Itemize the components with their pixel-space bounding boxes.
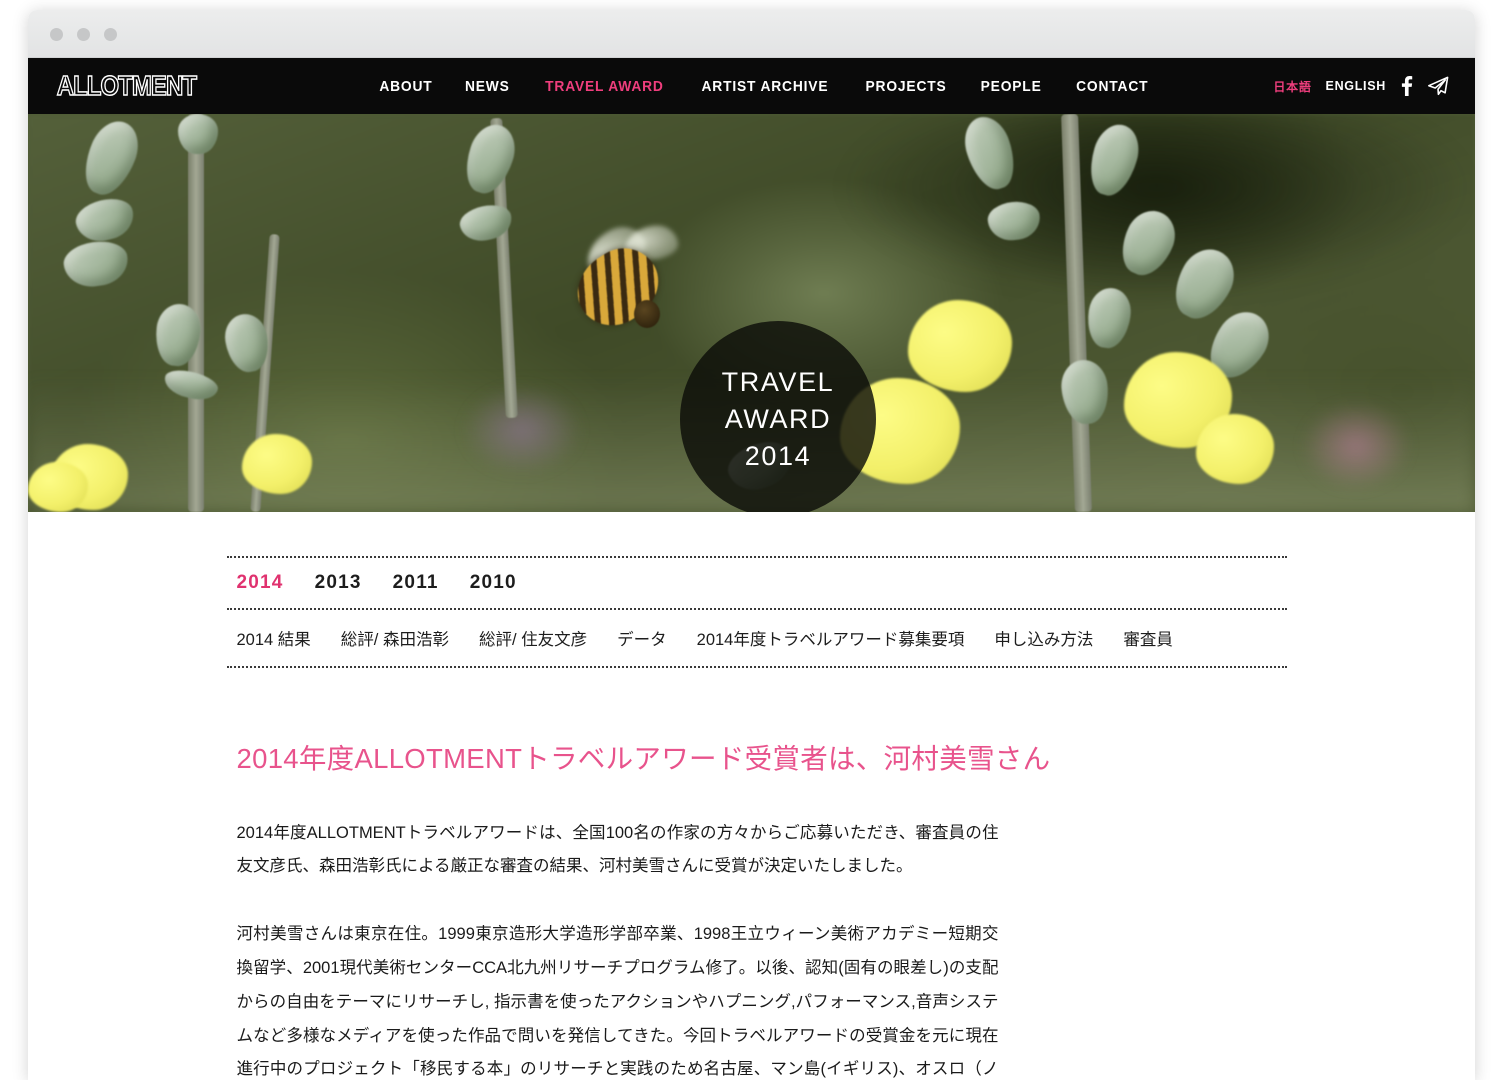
minimize-button[interactable] [77,28,90,41]
content-container: 2014 2013 2011 2010 2014 結果 総評/ 森田浩彰 総評/… [217,556,1287,1080]
hero-dark-foliage [838,114,1475,298]
year-tab-2013[interactable]: 2013 [315,572,362,594]
browser-titlebar [28,10,1475,58]
page-root: ALLOTMENT ABOUT NEWS TRAVEL AWARD ARTIST… [0,0,1503,1080]
year-tabs: 2014 2013 2011 2010 [226,556,1287,610]
year-tab-2014[interactable]: 2014 [237,572,284,594]
article-paragraph-1: 2014年度ALLOTMENTトラベルアワードは、全国100名の作家の方々からご… [236,823,999,876]
subnav-item-guidelines[interactable]: 2014年度トラベルアワード募集要項 [697,626,965,650]
badge-line-award: AWARD [724,403,832,434]
header-utilities: 日本語 ENGLISH [1273,76,1449,96]
nav-item-people[interactable]: PEOPLE [981,78,1042,95]
subnav-item-results[interactable]: 2014 結果 [237,626,311,650]
browser-window: ALLOTMENT ABOUT NEWS TRAVEL AWARD ARTIST… [28,10,1475,1080]
paper-plane-icon[interactable] [1427,76,1449,96]
nav-item-projects[interactable]: PROJECTS [866,78,947,95]
subnav-item-review-morita[interactable]: 総評/ 森田浩彰 [341,626,449,650]
section-subnav: 2014 結果 総評/ 森田浩彰 総評/ 住友文彦 データ 2014年度トラベル… [226,610,1287,668]
nav-item-news[interactable]: NEWS [465,78,510,95]
flower-petal [242,434,312,494]
page-content: 2014 2013 2011 2010 2014 結果 総評/ 森田浩彰 総評/… [28,556,1475,1080]
close-button[interactable] [50,28,63,41]
site-header: ALLOTMENT ABOUT NEWS TRAVEL AWARD ARTIST… [28,58,1475,114]
language-english[interactable]: ENGLISH [1326,79,1386,93]
flower-petal [28,462,88,512]
facebook-icon[interactable] [1400,76,1413,96]
article-paragraph-2: 河村美雪さんは東京在住。1999東京造形大学造形学部卒業、1998王立ウィーン美… [236,925,999,1079]
flower-petal [908,300,1012,392]
flower-petal [1196,414,1274,484]
year-tab-2010[interactable]: 2010 [470,572,517,594]
year-tab-2011[interactable]: 2011 [393,572,439,594]
badge-line-year: 2014 [744,441,812,472]
article-title: 2014年度ALLOTMENTトラベルアワード受賞者は、河村美雪さん [236,743,1051,774]
hero-mauve-bloom [462,384,583,475]
main-navigation: ABOUT NEWS TRAVEL AWARD ARTIST ARCHIVE P… [377,78,1151,95]
subnav-item-review-sumitomo[interactable]: 総評/ 住友文彦 [479,626,587,650]
nav-item-contact[interactable]: CONTACT [1076,78,1148,95]
bee-head [634,300,660,328]
subnav-item-how-to-apply[interactable]: 申し込み方法 [994,626,1093,650]
badge-line-travel: TRAVEL [721,366,835,397]
hero-pink-bloom [1301,400,1412,491]
nav-item-artist-archive[interactable]: ARTIST ARCHIVE [702,78,829,95]
window-controls [50,28,117,41]
nav-item-travel-award[interactable]: TRAVEL AWARD [545,78,664,95]
travel-award-badge[interactable]: TRAVEL AWARD 2014 [680,321,876,512]
nav-item-about[interactable]: ABOUT [379,78,432,95]
article: 2014年度ALLOTMENTトラベルアワード受賞者は、河村美雪さん 2014年… [227,740,1287,1080]
hero-banner: TRAVEL AWARD 2014 [28,114,1475,512]
maximize-button[interactable] [104,28,117,41]
subnav-item-judges[interactable]: 審査員 [1123,626,1173,650]
language-japanese[interactable]: 日本語 [1273,78,1311,95]
subnav-item-data[interactable]: データ [617,626,667,650]
site-logo[interactable]: ALLOTMENT [47,69,198,102]
